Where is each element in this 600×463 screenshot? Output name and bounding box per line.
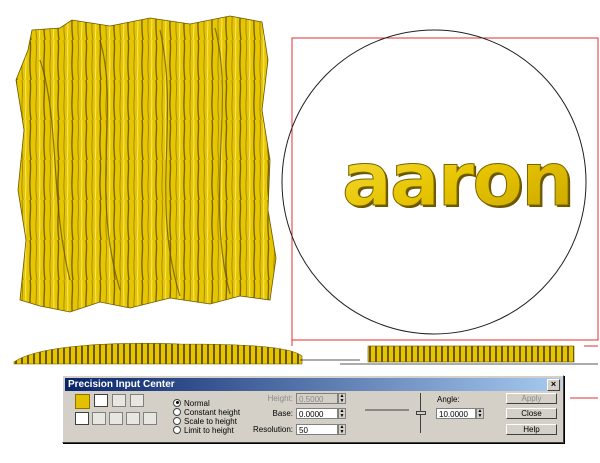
aaron-side-profile (367, 345, 575, 363)
base-spinner[interactable]: ▲ ▼ (338, 408, 346, 419)
radio-normal[interactable]: Normal (173, 398, 210, 408)
slider-thumb[interactable] (416, 411, 426, 415)
flat-icon[interactable] (130, 394, 144, 407)
radio-dot (173, 425, 181, 434)
radio-limit-to-height[interactable]: Limit to height (173, 425, 234, 435)
mode-merge-icon[interactable] (126, 412, 140, 425)
dialog-title: Precision Input Center (68, 379, 175, 390)
dialog-titlebar[interactable]: Precision Input Center × (65, 378, 561, 391)
close-button[interactable]: Close (506, 408, 557, 419)
base-field[interactable]: 0.0000 (296, 408, 338, 419)
bark-relief-model[interactable] (15, 15, 277, 313)
radio-scale-to-height[interactable]: Scale to height (173, 416, 237, 426)
angle-field[interactable]: 10.0000 (436, 408, 476, 419)
extrude-icon[interactable] (94, 394, 108, 407)
color-swatch[interactable] (75, 394, 90, 409)
height-slider[interactable] (416, 393, 426, 433)
angle-spinner[interactable]: ▲ ▼ (476, 408, 484, 419)
height-label: Height: (267, 394, 293, 403)
mode-subtract-icon[interactable] (109, 412, 123, 425)
radio-dot (173, 407, 181, 416)
mode-replace-icon[interactable] (143, 412, 157, 425)
aaron-relief-model[interactable]: aaron aaron (342, 137, 576, 226)
height-spinner: ▲ ▼ (338, 393, 346, 404)
sweep-icon[interactable] (112, 394, 126, 407)
precision-input-center-dialog[interactable]: Precision Input Center × Normal Constant… (62, 375, 564, 443)
resolution-field[interactable]: 50 (296, 424, 338, 435)
height-field: 0.5000 (296, 393, 338, 404)
svg-text:aaron: aaron (342, 137, 572, 223)
angle-label: Angle: (437, 395, 460, 404)
mode-normal-icon[interactable] (75, 412, 89, 425)
resolution-label: Resolution: (252, 425, 293, 434)
radio-constant-height[interactable]: Constant height (173, 407, 240, 417)
radio-dot (173, 398, 181, 407)
resolution-spinner[interactable]: ▲ ▼ (338, 424, 346, 435)
close-icon[interactable]: × (547, 379, 560, 391)
profile-preview (365, 409, 409, 411)
apply-button[interactable]: Apply (506, 393, 557, 404)
base-label: Base: (272, 409, 293, 418)
bark-side-profile (13, 343, 303, 365)
help-button[interactable]: Help (506, 424, 557, 435)
radio-dot (173, 416, 181, 425)
mode-add-icon[interactable] (92, 412, 106, 425)
